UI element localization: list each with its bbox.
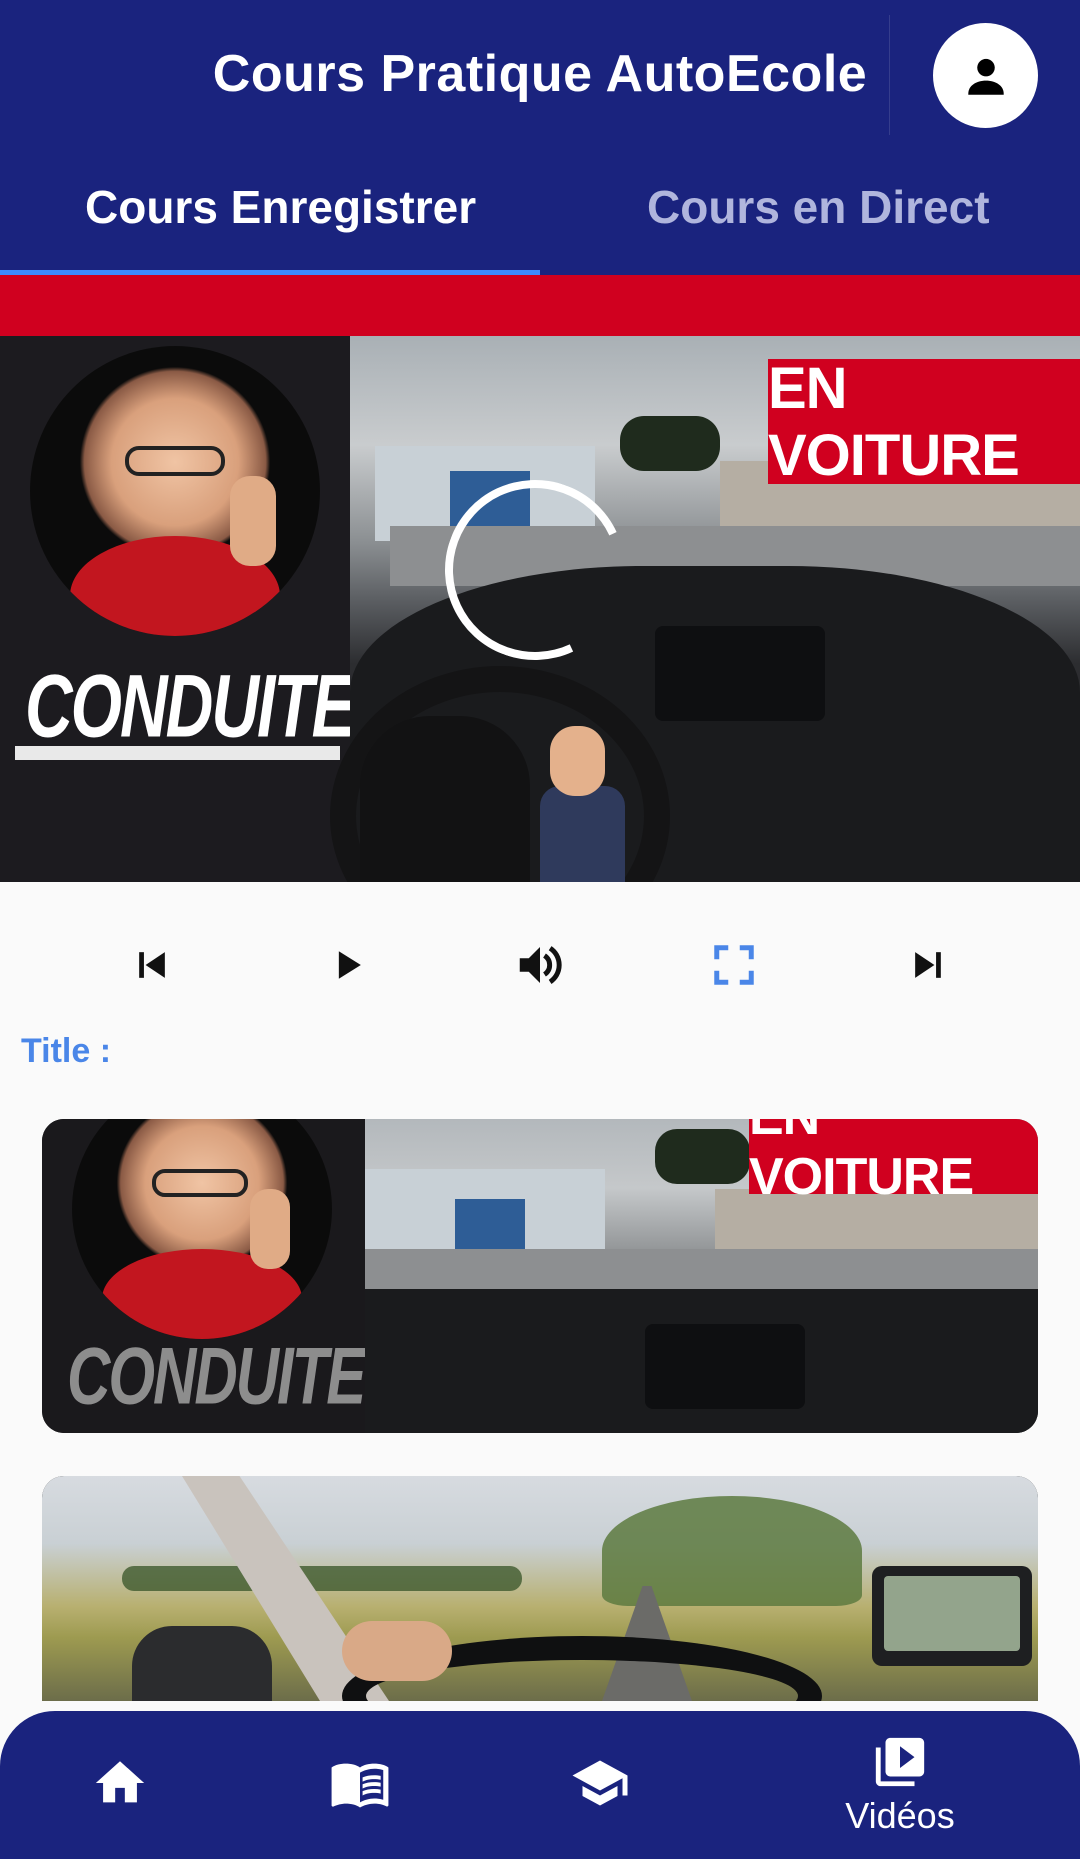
card-badge: EN VOITURE <box>749 1119 1038 1206</box>
previous-button[interactable] <box>122 935 182 995</box>
nav-home[interactable] <box>0 1711 240 1859</box>
volume-button[interactable] <box>510 935 570 995</box>
video-title-label: Title : <box>21 1032 112 1070</box>
school-icon <box>572 1760 628 1806</box>
instructor-portrait <box>30 346 320 636</box>
player-controls <box>0 920 1080 1010</box>
skip-next-icon <box>915 952 941 978</box>
fullscreen-button[interactable] <box>704 935 764 995</box>
volume-icon <box>519 946 562 984</box>
card-countryside-view <box>42 1476 1038 1701</box>
skip-previous-icon <box>139 952 165 978</box>
video-library-icon <box>875 1737 925 1787</box>
book-icon <box>331 1763 389 1808</box>
nav-school[interactable] <box>480 1711 720 1859</box>
video-list-item[interactable]: CONDUITE EN VOITURE <box>42 1119 1038 1433</box>
thumbnail-underline <box>15 746 340 760</box>
card-left-panel: CONDUITE <box>42 1119 366 1433</box>
video-top-bar <box>0 275 1080 336</box>
play-icon <box>338 951 361 979</box>
card-title: CONDUITE <box>67 1330 366 1421</box>
card-car-view: EN VOITURE <box>365 1119 1038 1433</box>
app-bar: Cours Pratique AutoEcole Cours Enregistr… <box>0 0 1080 276</box>
home-icon <box>95 1761 145 1803</box>
video-player[interactable]: CONDUITE EN VOITURE <box>0 275 1080 882</box>
nav-videos[interactable]: Vidéos <box>780 1711 1020 1859</box>
tab-cours-enregistrer[interactable]: Cours Enregistrer <box>85 180 476 240</box>
video-list-item[interactable] <box>42 1476 1038 1701</box>
card-portrait <box>72 1119 332 1339</box>
appbar-divider <box>889 15 890 135</box>
nav-book[interactable] <box>240 1711 480 1859</box>
thumbnail-title: CONDUITE <box>25 655 356 756</box>
nav-videos-label: Vidéos <box>845 1795 955 1836</box>
tab-cours-en-direct[interactable]: Cours en Direct <box>647 180 990 240</box>
person-icon <box>967 58 1004 95</box>
next-button[interactable] <box>898 935 958 995</box>
bottom-navigation: Vidéos <box>0 1711 1080 1859</box>
account-button[interactable] <box>933 23 1038 128</box>
fullscreen-icon <box>714 945 754 985</box>
video-thumbnail-left-panel: CONDUITE <box>0 336 356 882</box>
thumbnail-badge: EN VOITURE <box>768 356 1080 488</box>
app-title: Cours Pratique AutoEcole <box>212 45 868 103</box>
play-button[interactable] <box>318 935 378 995</box>
